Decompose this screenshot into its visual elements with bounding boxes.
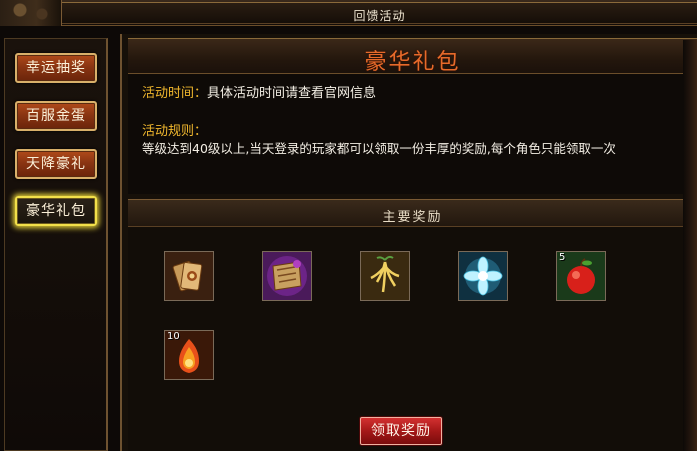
activity-time-value: 具体活动时间请查看官网信息: [207, 86, 377, 101]
sidebar-item-deluxe-pack[interactable]: 豪华礼包: [15, 196, 97, 226]
rewards-title: 主要奖励: [382, 210, 443, 225]
sidebar-item-lucky-draw[interactable]: 幸运抽奖: [15, 53, 97, 83]
item-count: 10: [167, 331, 180, 342]
item-count: 5: [559, 252, 566, 263]
claim-reward-button[interactable]: 领取奖励: [360, 417, 442, 445]
frame-edge: [683, 40, 697, 451]
panel-title: 豪华礼包: [364, 50, 461, 75]
activity-rules-label: 活动规则：: [142, 124, 208, 139]
reward-slot[interactable]: [458, 251, 508, 301]
main-panel: 豪华礼包 活动时间：具体活动时间请查看官网信息 活动规则： 等级达到40级以上,…: [120, 34, 697, 451]
reward-slot[interactable]: 10: [164, 330, 214, 380]
title-strip: 回馈活动: [62, 2, 697, 24]
ornament-decoration: [0, 0, 62, 26]
purple-scroll-icon: [263, 252, 311, 300]
window-titlebar: 回馈活动: [0, 0, 697, 26]
activity-info: 活动时间：具体活动时间请查看官网信息 活动规则： 等级达到40级以上,当天登录的…: [128, 74, 697, 194]
reward-slot[interactable]: [164, 251, 214, 301]
panel-header: 豪华礼包: [128, 38, 697, 75]
activity-time-row: 活动时间：具体活动时间请查看官网信息: [142, 82, 376, 101]
crystal-flower-icon: [459, 252, 507, 300]
reward-slot[interactable]: 5: [556, 251, 606, 301]
activity-time-label: 活动时间：: [142, 86, 208, 101]
sidebar-item-golden-egg[interactable]: 百服金蛋: [15, 101, 97, 131]
cards-icon: [165, 252, 213, 300]
sidebar-item-sky-gift[interactable]: 天降豪礼: [15, 149, 97, 179]
golden-root-icon: [361, 252, 409, 300]
reward-slot[interactable]: [262, 251, 312, 301]
window-title: 回馈活动: [353, 9, 406, 23]
activity-rules-text: 等级达到40级以上,当天登录的玩家都可以领取一份丰厚的奖励,每个角色只能领取一次: [142, 141, 616, 156]
rewards-header: 主要奖励: [128, 199, 697, 227]
activity-sidebar: 幸运抽奖 百服金蛋 天降豪礼 豪华礼包: [4, 38, 108, 451]
reward-slot[interactable]: [360, 251, 410, 301]
